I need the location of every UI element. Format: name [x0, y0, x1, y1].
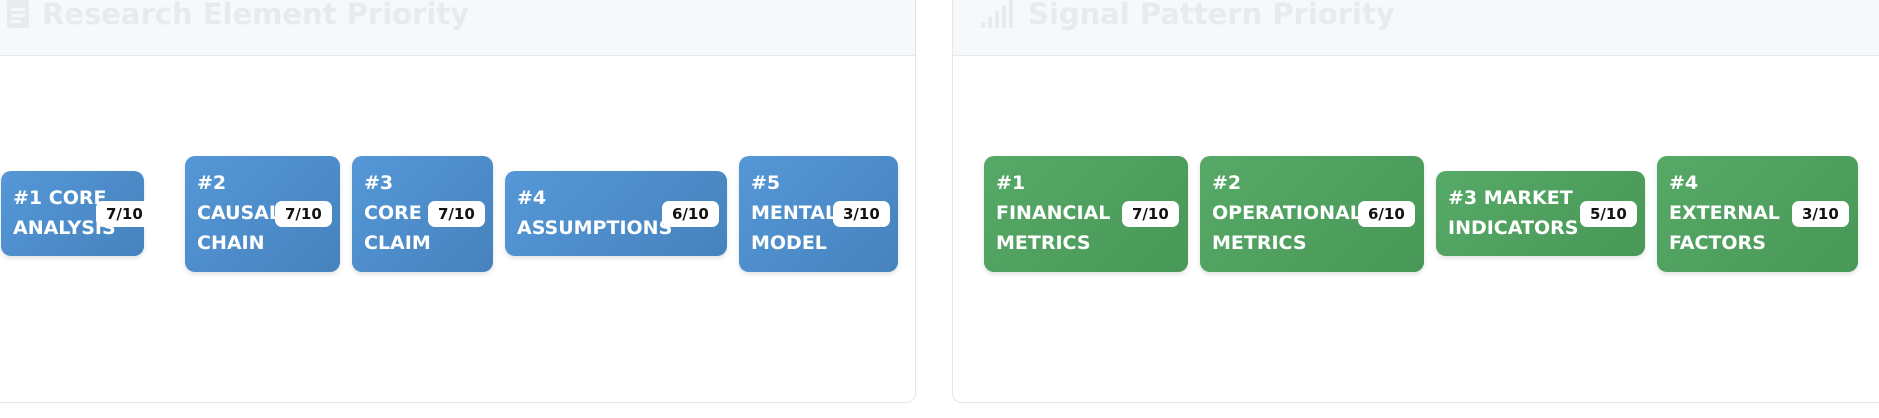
priority-chip-mental-model[interactable]: #5 MENTAL MODEL 3/10 [739, 156, 898, 272]
document-icon [6, 0, 30, 29]
panel-header: Signal Pattern Priority [953, 0, 1879, 56]
score-badge: 3/10 [833, 201, 890, 227]
priority-chip-core-analysis[interactable]: #1 CORE ANALYSIS 7/10 [1, 171, 153, 256]
score-badge: 5/10 [1580, 201, 1637, 227]
panel-title: Signal Pattern Priority [980, 0, 1395, 31]
priority-chip-operational-metrics[interactable]: #2 OPERATIONAL METRICS 6/10 [1200, 156, 1424, 272]
panel-title-text: Research Element Priority [42, 0, 470, 31]
priority-chip-external-factors[interactable]: #4 EXTERNAL FACTORS 3/10 [1657, 156, 1858, 272]
research-element-priority-panel: Research Element Priority #1 CORE ANALYS… [0, 0, 916, 403]
priority-chip-causal-chain[interactable]: #2 CAUSAL CHAIN 7/10 [185, 156, 340, 272]
score-badge: 6/10 [662, 201, 719, 227]
score-badge: 7/10 [1122, 201, 1179, 227]
panel-title: Research Element Priority [6, 0, 469, 31]
score-badge: 7/10 [96, 201, 153, 227]
score-badge: 7/10 [428, 201, 485, 227]
score-badge: 7/10 [275, 201, 332, 227]
score-badge: 6/10 [1358, 201, 1415, 227]
priority-chip-core-claim[interactable]: #3 CORE CLAIM 7/10 [352, 156, 493, 272]
score-badge: 3/10 [1792, 201, 1849, 227]
priority-chip-assumptions[interactable]: #4 ASSUMPTIONS 6/10 [505, 171, 727, 256]
panel-title-text: Signal Pattern Priority [1028, 0, 1395, 31]
priority-chip-market-indicators[interactable]: #3 MARKET INDICATORS 5/10 [1436, 171, 1645, 256]
panel-header: Research Element Priority [0, 0, 915, 56]
priority-chip-financial-metrics[interactable]: #1 FINANCIAL METRICS 7/10 [984, 156, 1188, 272]
signal-bars-icon [980, 0, 1016, 28]
signal-pattern-priority-panel: Signal Pattern Priority #1 FINANCIAL MET… [952, 0, 1879, 403]
